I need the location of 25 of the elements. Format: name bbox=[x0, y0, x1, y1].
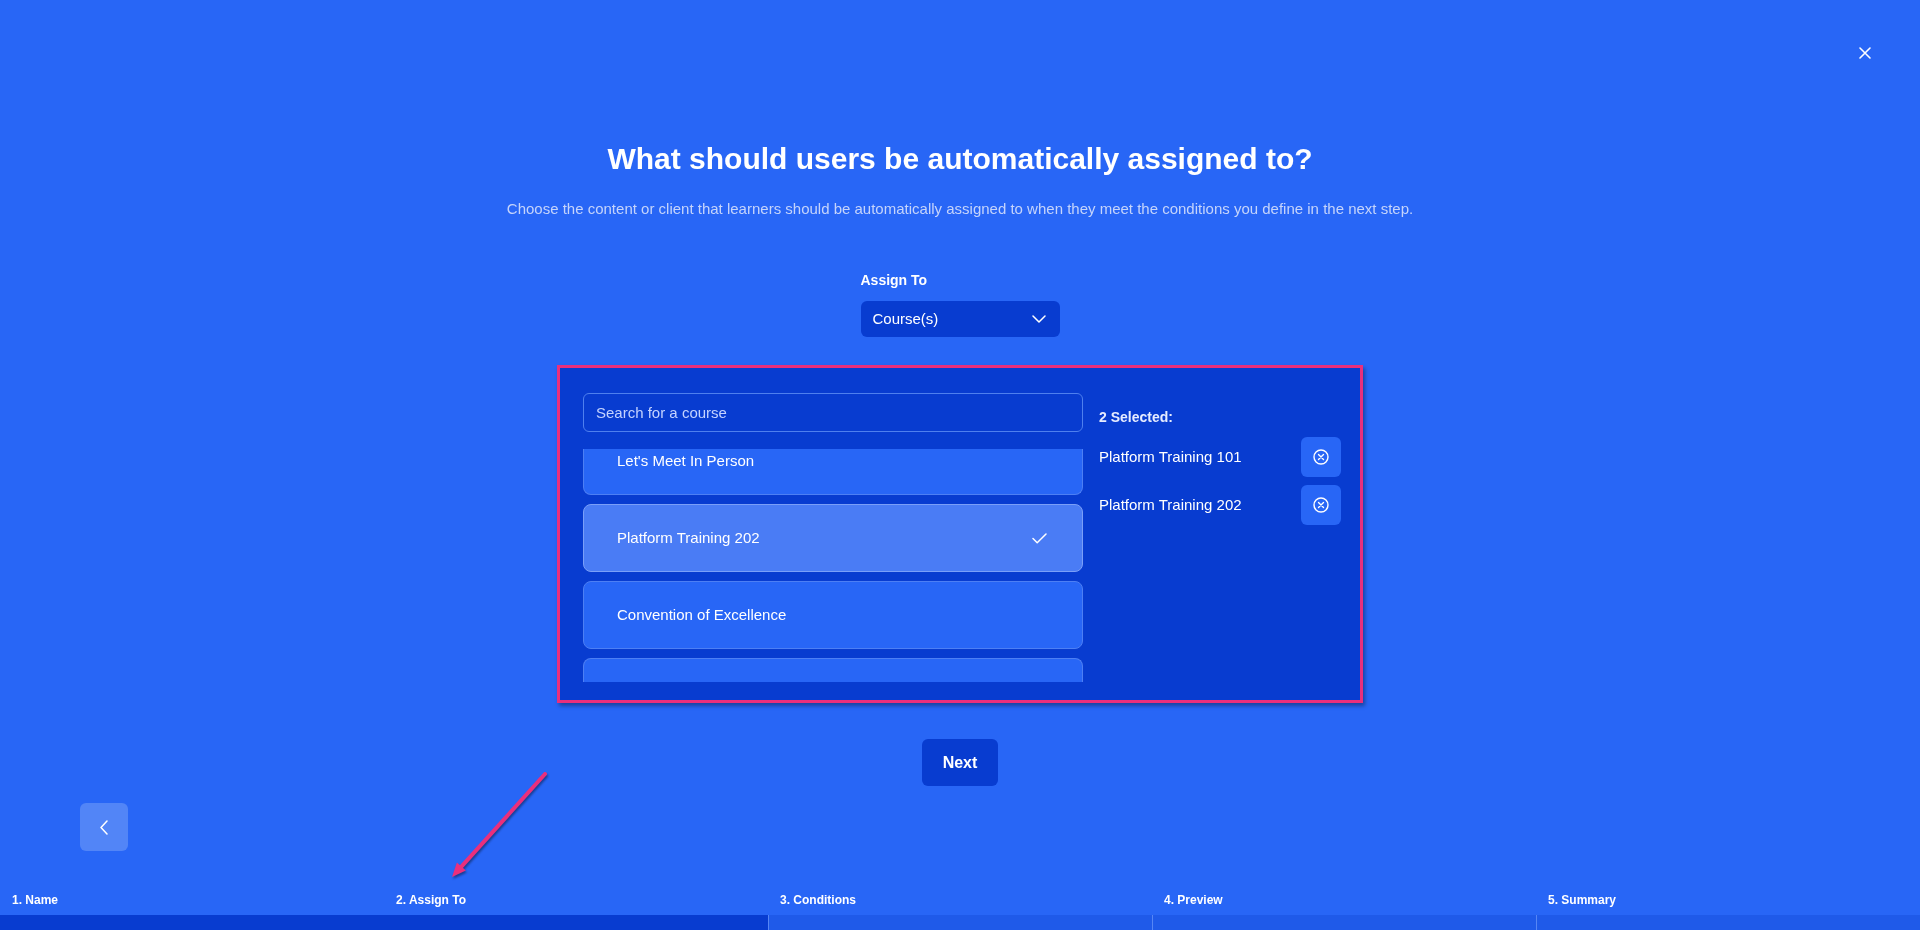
chevron-down-icon bbox=[1031, 315, 1046, 323]
step-label: 5. Summary bbox=[1547, 892, 1618, 908]
step-label: 2. Assign To bbox=[395, 892, 467, 908]
circle-x-icon bbox=[1313, 497, 1329, 513]
assign-to-dropdown[interactable]: Course(s) bbox=[860, 301, 1060, 337]
course-list-item[interactable]: Convention of Excellence bbox=[583, 581, 1083, 649]
selected-count: 2 Selected: bbox=[1099, 408, 1174, 427]
search-field[interactable]: Search for a course bbox=[583, 393, 1083, 432]
step-label: 3. Conditions bbox=[779, 892, 857, 908]
chevron-left-icon bbox=[100, 819, 108, 835]
field-label: Assign To bbox=[860, 271, 929, 290]
check-icon bbox=[1032, 532, 1047, 544]
selected-course-name: Platform Training 101 bbox=[1099, 447, 1242, 467]
course-list-item[interactable]: Platform Training 202 bbox=[583, 504, 1083, 572]
selected-course-name: Platform Training 202 bbox=[1099, 495, 1242, 515]
step-label: 1. Name bbox=[11, 892, 60, 908]
page-title: What should users be automatically assigned to? bbox=[607, 141, 1313, 177]
next-button[interactable]: Next bbox=[922, 739, 998, 786]
remove-button[interactable] bbox=[1301, 485, 1341, 525]
close-icon bbox=[1859, 47, 1871, 59]
remove-button[interactable] bbox=[1301, 437, 1341, 477]
step-label: 4. Preview bbox=[1163, 892, 1224, 908]
page-subtitle: Choose the content or client that learners should be automatically assigned to when they meet the conditions you define in the next step. bbox=[506, 199, 1414, 219]
course-list-item[interactable]: Let's Meet In Person bbox=[583, 449, 1083, 495]
circle-x-icon bbox=[1313, 449, 1329, 465]
